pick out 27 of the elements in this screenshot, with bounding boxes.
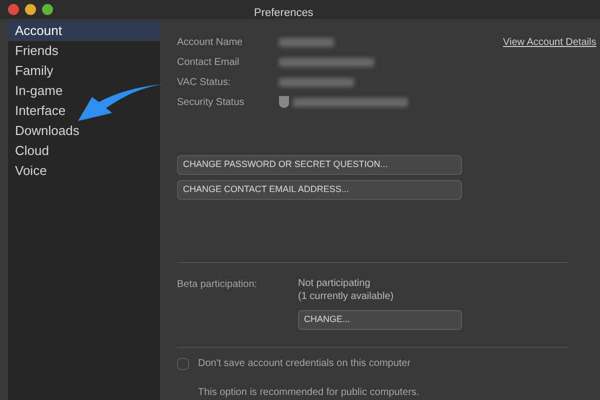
credentials-note: This option is recommended for public computers.: [198, 386, 420, 400]
view-account-details-link[interactable]: View Account Details: [503, 35, 596, 49]
change-button[interactable]: CHANGE...: [298, 310, 462, 330]
beta-status: Not participating: [298, 277, 372, 290]
field-label: Beta participation:: [177, 278, 258, 292]
close-button[interactable]: [8, 4, 19, 15]
sidebar-item[interactable]: Family: [8, 61, 160, 81]
field-label: VAC Status:: [177, 76, 232, 90]
sidebar-item[interactable]: Account: [8, 21, 160, 41]
action-button[interactable]: CHANGE PASSWORD OR SECRET QUESTION...: [177, 155, 462, 175]
action-button[interactable]: CHANGE CONTACT EMAIL ADDRESS...: [177, 180, 462, 200]
sidebar-item[interactable]: Downloads: [8, 121, 160, 141]
sidebar-item[interactable]: Voice: [8, 161, 160, 181]
sidebar-item[interactable]: Friends: [8, 41, 160, 61]
sidebar-item[interactable]: In-game: [8, 81, 160, 101]
field-label: Account Name: [177, 36, 244, 50]
checkbox[interactable]: [177, 358, 189, 370]
sidebar-item[interactable]: Interface: [8, 101, 160, 121]
field-label: Security Status: [177, 96, 246, 110]
beta-note: (1 currently available): [298, 290, 395, 303]
zoom-button[interactable]: [42, 4, 53, 15]
blurred-value: [279, 38, 334, 46]
minimize-button[interactable]: [25, 4, 36, 15]
checkbox-label: Don't save account credentials on this computer: [198, 357, 411, 371]
field-label: Contact Email: [177, 56, 240, 70]
sidebar-item[interactable]: Cloud: [8, 141, 160, 161]
window-title: Preferences: [254, 6, 314, 21]
